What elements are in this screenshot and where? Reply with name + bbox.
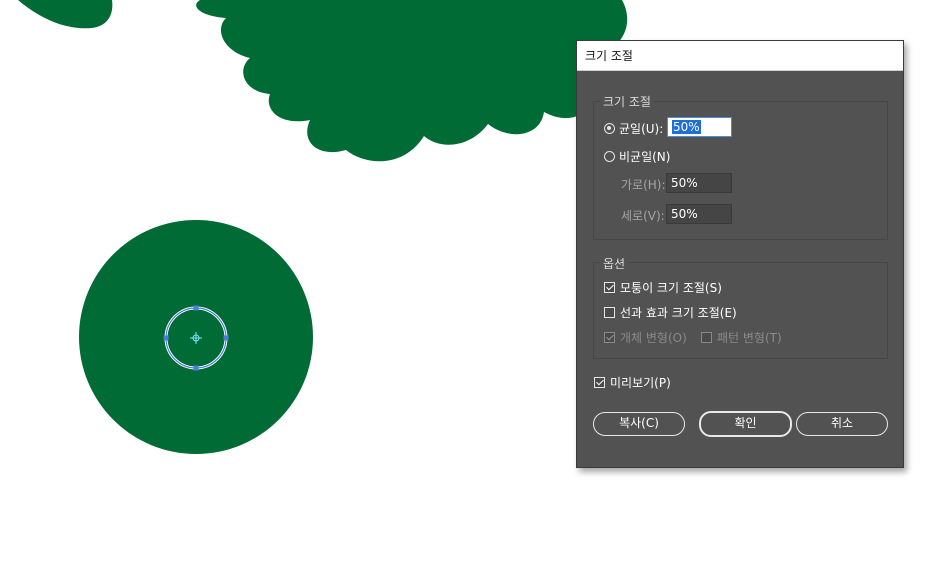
dialog-title[interactable]: 크기 조절 <box>577 41 903 71</box>
transform-patterns-option: 패턴 변형(T) <box>701 329 782 346</box>
nonuniform-radio[interactable] <box>604 151 615 162</box>
vertical-scale-input[interactable]: 50% <box>666 204 732 224</box>
scale-strokes-label: 선과 효과 크기 조절(E) <box>620 306 737 320</box>
scale-strokes-checkbox[interactable] <box>604 307 615 318</box>
options-group-label: 옵션 <box>600 255 629 272</box>
copy-button[interactable]: 복사(C) <box>593 412 685 436</box>
vertical-label: 세로(V): <box>621 209 665 223</box>
transform-patterns-checkbox <box>701 332 712 343</box>
transform-objects-checkbox <box>604 332 615 343</box>
transform-patterns-label: 패턴 변형(T) <box>717 331 782 345</box>
transform-objects-label: 개체 변형(O) <box>620 331 687 345</box>
artwork-blob-left[interactable] <box>18 0 113 29</box>
artwork-flower[interactable] <box>196 0 628 162</box>
preview-option[interactable]: 미리보기(P) <box>594 374 671 391</box>
cancel-button[interactable]: 취소 <box>796 412 888 436</box>
scale-corners-option[interactable]: 모퉁이 크기 조절(S) <box>604 279 722 296</box>
scale-dialog: 크기 조절 크기 조절 균일(U): 50% 비균일(N) 가로(H): 50%… <box>576 40 904 468</box>
ok-button[interactable]: 확인 <box>699 411 792 437</box>
uniform-option[interactable]: 균일(U): <box>604 120 663 137</box>
scale-strokes-option[interactable]: 선과 효과 크기 조절(E) <box>604 304 737 321</box>
uniform-scale-value: 50% <box>672 120 701 134</box>
uniform-scale-input[interactable]: 50% <box>667 117 732 137</box>
transform-objects-option: 개체 변형(O) <box>604 329 687 346</box>
horizontal-label: 가로(H): <box>621 178 666 192</box>
uniform-radio[interactable] <box>604 123 615 134</box>
preview-checkbox[interactable] <box>594 377 605 388</box>
scale-group-label: 크기 조절 <box>600 93 654 110</box>
preview-label: 미리보기(P) <box>610 376 671 390</box>
nonuniform-option[interactable]: 비균일(N) <box>604 148 670 165</box>
scale-corners-checkbox[interactable] <box>604 282 615 293</box>
nonuniform-label: 비균일(N) <box>619 150 671 164</box>
horizontal-scale-input[interactable]: 50% <box>666 173 732 193</box>
scale-corners-label: 모퉁이 크기 조절(S) <box>620 281 722 295</box>
uniform-label: 균일(U): <box>619 122 664 136</box>
